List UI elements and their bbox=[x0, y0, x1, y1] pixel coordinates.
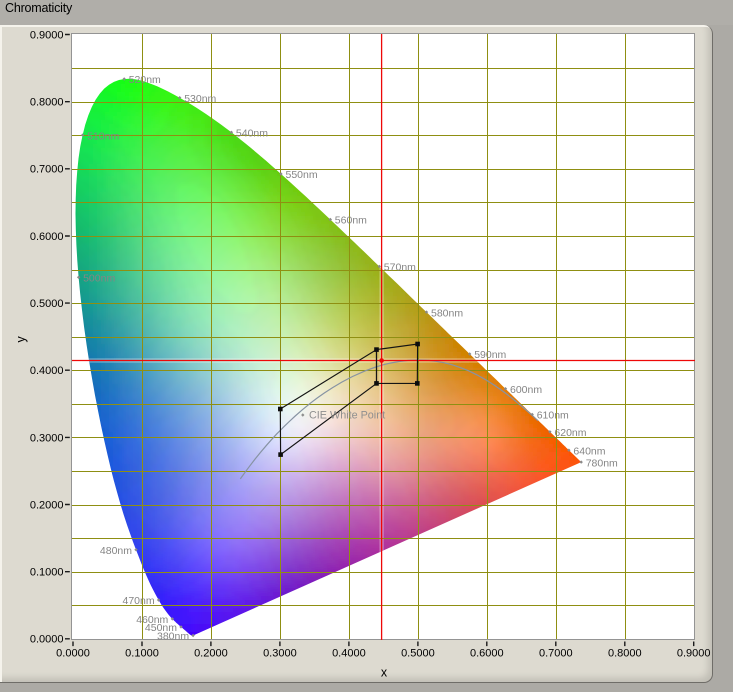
svg-text:x: x bbox=[381, 665, 388, 679]
svg-text:540nm: 540nm bbox=[236, 128, 268, 140]
svg-text:0.7000: 0.7000 bbox=[30, 164, 64, 176]
svg-text:0.8000: 0.8000 bbox=[30, 97, 64, 109]
svg-text:580nm: 580nm bbox=[431, 307, 463, 319]
svg-text:380nm: 380nm bbox=[157, 631, 189, 643]
svg-text:0.0000: 0.0000 bbox=[56, 648, 90, 660]
svg-text:CIE White Point: CIE White Point bbox=[309, 410, 385, 422]
svg-text:470nm: 470nm bbox=[122, 595, 154, 607]
svg-text:0.4000: 0.4000 bbox=[332, 648, 366, 660]
svg-text:0.4000: 0.4000 bbox=[30, 365, 64, 377]
svg-text:530nm: 530nm bbox=[184, 93, 216, 105]
svg-text:0.6000: 0.6000 bbox=[470, 648, 504, 660]
svg-text:0.1000: 0.1000 bbox=[125, 648, 159, 660]
svg-text:0.9000: 0.9000 bbox=[30, 29, 64, 41]
svg-text:0.6000: 0.6000 bbox=[30, 231, 64, 243]
svg-text:0.3000: 0.3000 bbox=[263, 648, 297, 660]
svg-text:0.9000: 0.9000 bbox=[677, 648, 711, 660]
svg-text:0.3000: 0.3000 bbox=[30, 432, 64, 444]
svg-text:560nm: 560nm bbox=[335, 215, 367, 227]
svg-text:500nm: 500nm bbox=[83, 273, 115, 285]
svg-text:0.1000: 0.1000 bbox=[30, 567, 64, 579]
svg-text:0.2000: 0.2000 bbox=[194, 648, 228, 660]
svg-text:590nm: 590nm bbox=[474, 349, 506, 361]
svg-text:0.8000: 0.8000 bbox=[608, 648, 642, 660]
svg-text:0.5000: 0.5000 bbox=[401, 648, 435, 660]
svg-text:y: y bbox=[14, 336, 28, 343]
svg-text:0.2000: 0.2000 bbox=[30, 499, 64, 511]
svg-text:600nm: 600nm bbox=[510, 384, 542, 396]
svg-text:0.5000: 0.5000 bbox=[30, 298, 64, 310]
svg-text:520nm: 520nm bbox=[129, 74, 161, 86]
svg-text:0.7000: 0.7000 bbox=[539, 648, 573, 660]
svg-text:510nm: 510nm bbox=[87, 130, 119, 142]
svg-text:640nm: 640nm bbox=[573, 445, 605, 457]
svg-text:620nm: 620nm bbox=[554, 427, 586, 439]
svg-text:0.0000: 0.0000 bbox=[30, 634, 64, 646]
svg-text:780nm: 780nm bbox=[586, 457, 618, 469]
svg-text:550nm: 550nm bbox=[286, 169, 318, 181]
svg-text:570nm: 570nm bbox=[384, 262, 416, 274]
svg-text:480nm: 480nm bbox=[100, 545, 132, 557]
svg-text:610nm: 610nm bbox=[537, 410, 569, 422]
